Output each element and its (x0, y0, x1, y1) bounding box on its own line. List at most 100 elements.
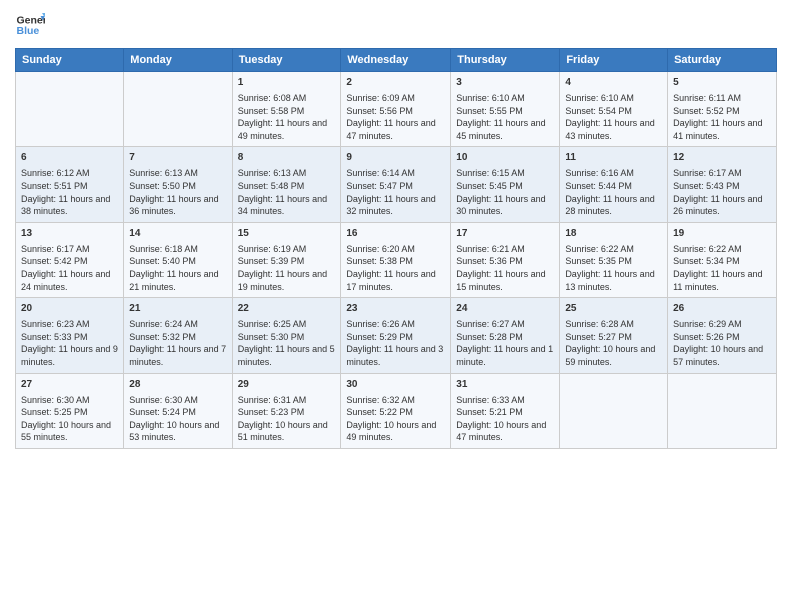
day-info: Sunrise: 6:19 AM Sunset: 5:39 PM Dayligh… (238, 243, 336, 293)
day-number: 27 (21, 378, 118, 392)
day-number: 4 (565, 76, 662, 90)
day-number: 19 (673, 227, 771, 241)
weekday-header-cell: Monday (124, 49, 232, 72)
day-number: 29 (238, 378, 336, 392)
day-number: 17 (456, 227, 554, 241)
calendar-cell: 15 Sunrise: 6:19 AM Sunset: 5:39 PM Dayli… (232, 222, 341, 297)
weekday-header-row: SundayMondayTuesdayWednesdayThursdayFrid… (16, 49, 777, 72)
day-info: Sunrise: 6:13 AM Sunset: 5:48 PM Dayligh… (238, 167, 336, 217)
calendar-cell: 18 Sunrise: 6:22 AM Sunset: 5:35 PM Dayli… (560, 222, 668, 297)
day-info: Sunrise: 6:33 AM Sunset: 5:21 PM Dayligh… (456, 394, 554, 444)
calendar-cell (16, 72, 124, 147)
day-number: 25 (565, 302, 662, 316)
day-info: Sunrise: 6:21 AM Sunset: 5:36 PM Dayligh… (456, 243, 554, 293)
calendar-week-row: 1Sunrise: 6:08 AM Sunset: 5:58 PM Daylig… (16, 72, 777, 147)
day-info: Sunrise: 6:29 AM Sunset: 5:26 PM Dayligh… (673, 318, 771, 368)
day-number: 18 (565, 227, 662, 241)
calendar-cell: 23 Sunrise: 6:26 AM Sunset: 5:29 PM Dayli… (341, 298, 451, 373)
calendar-cell: 1Sunrise: 6:08 AM Sunset: 5:58 PM Daylig… (232, 72, 341, 147)
day-number: 26 (673, 302, 771, 316)
day-number: 28 (129, 378, 226, 392)
day-info: Sunrise: 6:31 AM Sunset: 5:23 PM Dayligh… (238, 394, 336, 444)
calendar-cell: 14 Sunrise: 6:18 AM Sunset: 5:40 PM Dayli… (124, 222, 232, 297)
calendar-week-row: 20 Sunrise: 6:23 AM Sunset: 5:33 PM Dayli… (16, 298, 777, 373)
header: General Blue (15, 10, 777, 40)
day-info: Sunrise: 6:16 AM Sunset: 5:44 PM Dayligh… (565, 167, 662, 217)
calendar-cell: 31 Sunrise: 6:33 AM Sunset: 5:21 PM Dayli… (451, 373, 560, 448)
day-number: 10 (456, 151, 554, 165)
weekday-header-cell: Saturday (668, 49, 777, 72)
calendar-cell: 5 Sunrise: 6:11 AM Sunset: 5:52 PM Daylig… (668, 72, 777, 147)
calendar-cell: 25 Sunrise: 6:28 AM Sunset: 5:27 PM Dayli… (560, 298, 668, 373)
day-info: Sunrise: 6:26 AM Sunset: 5:29 PM Dayligh… (346, 318, 445, 368)
day-number: 30 (346, 378, 445, 392)
calendar-cell (668, 373, 777, 448)
day-info: Sunrise: 6:17 AM Sunset: 5:43 PM Dayligh… (673, 167, 771, 217)
day-info: Sunrise: 6:09 AM Sunset: 5:56 PM Dayligh… (346, 92, 445, 142)
day-number: 14 (129, 227, 226, 241)
day-info: Sunrise: 6:12 AM Sunset: 5:51 PM Dayligh… (21, 167, 118, 217)
day-info: Sunrise: 6:20 AM Sunset: 5:38 PM Dayligh… (346, 243, 445, 293)
day-number: 23 (346, 302, 445, 316)
day-info: Sunrise: 6:14 AM Sunset: 5:47 PM Dayligh… (346, 167, 445, 217)
day-number: 22 (238, 302, 336, 316)
calendar-cell: 4 Sunrise: 6:10 AM Sunset: 5:54 PM Daylig… (560, 72, 668, 147)
day-info: Sunrise: 6:23 AM Sunset: 5:33 PM Dayligh… (21, 318, 118, 368)
day-info: Sunrise: 6:25 AM Sunset: 5:30 PM Dayligh… (238, 318, 336, 368)
calendar-cell: 11Sunrise: 6:16 AM Sunset: 5:44 PM Dayli… (560, 147, 668, 222)
weekday-header-cell: Wednesday (341, 49, 451, 72)
calendar-cell: 30Sunrise: 6:32 AM Sunset: 5:22 PM Dayli… (341, 373, 451, 448)
day-info: Sunrise: 6:22 AM Sunset: 5:34 PM Dayligh… (673, 243, 771, 293)
day-number: 2 (346, 76, 445, 90)
day-number: 5 (673, 76, 771, 90)
weekday-header-cell: Thursday (451, 49, 560, 72)
day-info: Sunrise: 6:28 AM Sunset: 5:27 PM Dayligh… (565, 318, 662, 368)
day-info: Sunrise: 6:22 AM Sunset: 5:35 PM Dayligh… (565, 243, 662, 293)
day-info: Sunrise: 6:30 AM Sunset: 5:24 PM Dayligh… (129, 394, 226, 444)
day-number: 12 (673, 151, 771, 165)
day-info: Sunrise: 6:27 AM Sunset: 5:28 PM Dayligh… (456, 318, 554, 368)
svg-text:Blue: Blue (17, 25, 40, 37)
day-info: Sunrise: 6:18 AM Sunset: 5:40 PM Dayligh… (129, 243, 226, 293)
day-number: 8 (238, 151, 336, 165)
calendar-cell: 7 Sunrise: 6:13 AM Sunset: 5:50 PM Daylig… (124, 147, 232, 222)
day-number: 3 (456, 76, 554, 90)
calendar-cell (124, 72, 232, 147)
day-number: 15 (238, 227, 336, 241)
calendar-cell: 10 Sunrise: 6:15 AM Sunset: 5:45 PM Dayli… (451, 147, 560, 222)
day-number: 9 (346, 151, 445, 165)
day-number: 6 (21, 151, 118, 165)
calendar-cell: 27 Sunrise: 6:30 AM Sunset: 5:25 PM Dayli… (16, 373, 124, 448)
calendar-cell: 20 Sunrise: 6:23 AM Sunset: 5:33 PM Dayli… (16, 298, 124, 373)
day-number: 31 (456, 378, 554, 392)
calendar-cell: 17 Sunrise: 6:21 AM Sunset: 5:36 PM Dayli… (451, 222, 560, 297)
day-info: Sunrise: 6:10 AM Sunset: 5:55 PM Dayligh… (456, 92, 554, 142)
weekday-header-cell: Sunday (16, 49, 124, 72)
day-number: 24 (456, 302, 554, 316)
calendar-cell: 12 Sunrise: 6:17 AM Sunset: 5:43 PM Dayli… (668, 147, 777, 222)
day-info: Sunrise: 6:10 AM Sunset: 5:54 PM Dayligh… (565, 92, 662, 142)
calendar-cell: 8 Sunrise: 6:13 AM Sunset: 5:48 PM Daylig… (232, 147, 341, 222)
day-info: Sunrise: 6:11 AM Sunset: 5:52 PM Dayligh… (673, 92, 771, 142)
weekday-header-cell: Friday (560, 49, 668, 72)
calendar-cell: 13Sunrise: 6:17 AM Sunset: 5:42 PM Dayli… (16, 222, 124, 297)
calendar-table: SundayMondayTuesdayWednesdayThursdayFrid… (15, 48, 777, 449)
calendar-cell: 16 Sunrise: 6:20 AM Sunset: 5:38 PM Dayli… (341, 222, 451, 297)
day-info: Sunrise: 6:13 AM Sunset: 5:50 PM Dayligh… (129, 167, 226, 217)
day-number: 1 (238, 76, 336, 90)
day-number: 16 (346, 227, 445, 241)
day-number: 7 (129, 151, 226, 165)
day-info: Sunrise: 6:15 AM Sunset: 5:45 PM Dayligh… (456, 167, 554, 217)
calendar-cell: 24 Sunrise: 6:27 AM Sunset: 5:28 PM Dayli… (451, 298, 560, 373)
day-info: Sunrise: 6:24 AM Sunset: 5:32 PM Dayligh… (129, 318, 226, 368)
calendar-cell: 22 Sunrise: 6:25 AM Sunset: 5:30 PM Dayli… (232, 298, 341, 373)
calendar-cell: 21 Sunrise: 6:24 AM Sunset: 5:32 PM Dayli… (124, 298, 232, 373)
weekday-header-cell: Tuesday (232, 49, 341, 72)
day-number: 20 (21, 302, 118, 316)
day-info: Sunrise: 6:30 AM Sunset: 5:25 PM Dayligh… (21, 394, 118, 444)
calendar-cell: 28 Sunrise: 6:30 AM Sunset: 5:24 PM Dayli… (124, 373, 232, 448)
calendar-cell: 6 Sunrise: 6:12 AM Sunset: 5:51 PM Daylig… (16, 147, 124, 222)
day-number: 21 (129, 302, 226, 316)
calendar-cell: 29 Sunrise: 6:31 AM Sunset: 5:23 PM Dayli… (232, 373, 341, 448)
logo-icon: General Blue (15, 10, 45, 40)
